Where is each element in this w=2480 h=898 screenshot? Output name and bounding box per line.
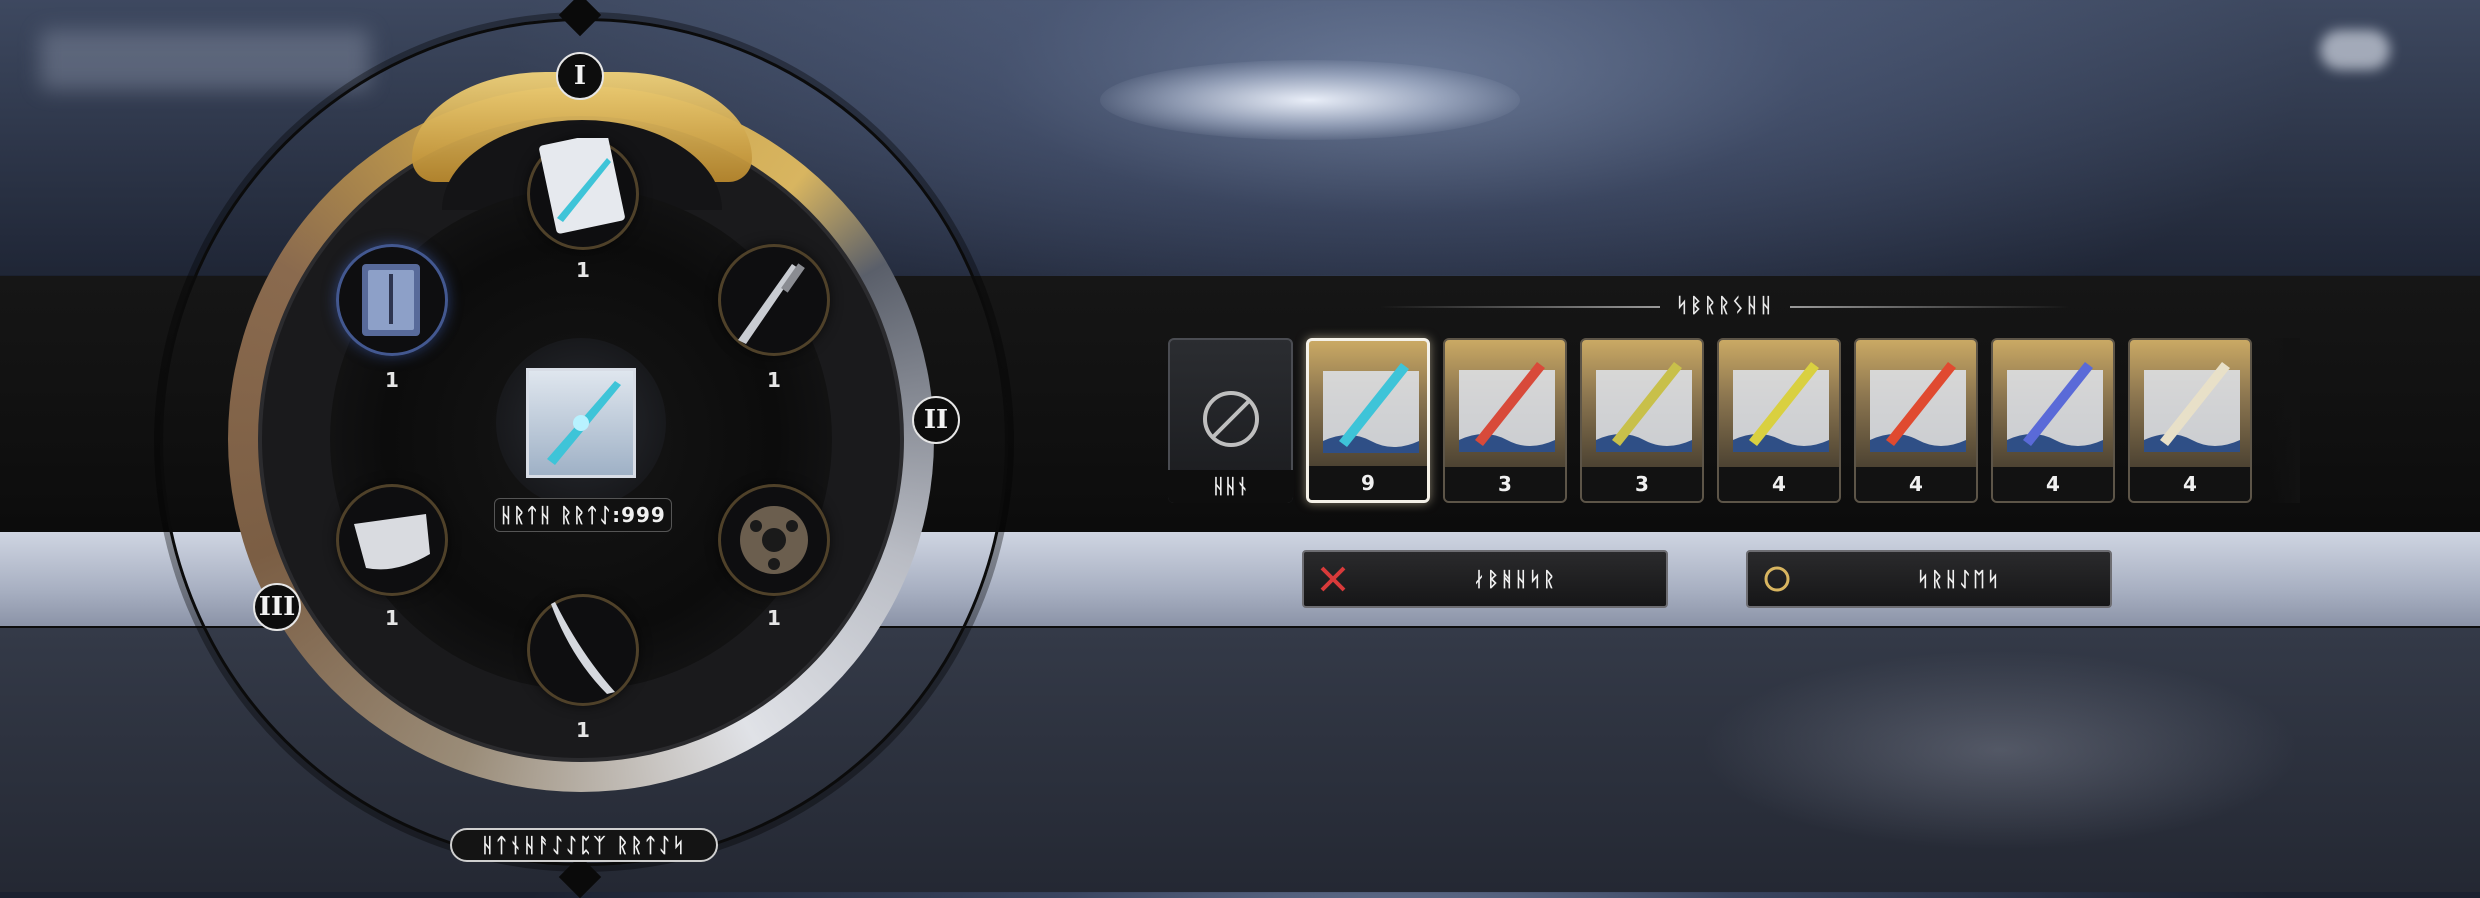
- panel-title: ᛋᛒᚱᚱᛊᚺᚺ: [1676, 293, 1774, 317]
- background-blur-panel: [40, 30, 370, 90]
- weapon-card-count: 4: [1719, 467, 1839, 501]
- slot-card-count: 1: [576, 258, 590, 282]
- wheel-bottom-label: ᚺᛏᚾᚺᚨᛇᛇᛈᛉ ᚱᚱᛏᛇᛋ: [450, 828, 718, 862]
- weapon-card[interactable]: 4: [2128, 338, 2252, 503]
- card-icon: [539, 138, 625, 234]
- weapon-icon: [1870, 362, 1966, 452]
- cancel-button-label: ᛅᛒᚻᚺᛋᚱ: [1473, 567, 1557, 591]
- center-item-label: ᚺᚱᛏᚺ ᚱᚱᛏᛇ:999: [494, 498, 672, 532]
- page-marker-1[interactable]: I: [556, 52, 604, 100]
- center-selected-item[interactable]: [526, 368, 636, 478]
- wheel-slot-tome[interactable]: [336, 244, 448, 356]
- wheel-slot-orb[interactable]: [718, 484, 830, 596]
- weapon-card[interactable]: 3: [1580, 338, 1704, 503]
- spear-icon: [547, 381, 621, 465]
- tome-icon: [362, 264, 420, 336]
- list-fade: [2270, 338, 2300, 503]
- wheel-slot-sword[interactable]: [718, 244, 830, 356]
- cape-icon: [354, 514, 430, 570]
- slot-sword-count: 1: [767, 368, 781, 392]
- weapon-icon: [2007, 362, 2103, 452]
- slot-blade-count: 1: [576, 718, 590, 742]
- weapon-icon: [2144, 362, 2240, 452]
- wheel-slot-blade[interactable]: [527, 594, 639, 706]
- wheel-slot-card[interactable]: [527, 138, 639, 250]
- cross-icon: [1320, 566, 1346, 592]
- weapon-card-count: 9: [1309, 466, 1427, 500]
- background-light: [1100, 60, 1520, 140]
- title-rule-right: [1790, 306, 2070, 308]
- weapon-card[interactable]: 9: [1306, 338, 1430, 503]
- weapon-card[interactable]: 4: [1991, 338, 2115, 503]
- orb-icon: [740, 506, 808, 574]
- slot-tome-count: 1: [385, 368, 399, 392]
- slot-cape-count: 1: [385, 606, 399, 630]
- weapon-card[interactable]: 4: [1854, 338, 1978, 503]
- weapon-card-count: 3: [1445, 467, 1565, 501]
- weapon-card-count: 4: [1993, 467, 2113, 501]
- weapon-icon: [1323, 363, 1419, 453]
- weapon-card-count: 4: [1856, 467, 1976, 501]
- none-icon: [1203, 391, 1259, 447]
- weapon-card-count: 4: [2130, 467, 2250, 501]
- cancel-button[interactable]: ᛅᛒᚻᚺᛋᚱ: [1302, 550, 1668, 608]
- page-marker-2[interactable]: II: [912, 396, 960, 444]
- confirm-button-label: ᛋᚱᚺᛇᛖᛋ: [1917, 567, 2001, 591]
- blade-icon: [551, 602, 615, 694]
- weapon-icon: [1733, 362, 1829, 452]
- weapon-card-count: 3: [1582, 467, 1702, 501]
- weapon-icon: [1596, 362, 1692, 452]
- wheel-slot-cape[interactable]: [336, 484, 448, 596]
- confirm-button[interactable]: ᛋᚱᚺᛇᛖᛋ: [1746, 550, 2112, 608]
- weapon-card[interactable]: 3: [1443, 338, 1567, 503]
- page-marker-3[interactable]: III: [253, 583, 301, 631]
- weapon-card[interactable]: 4: [1717, 338, 1841, 503]
- weapon-icon: [1459, 362, 1555, 452]
- background-blur-button: [2320, 30, 2390, 70]
- none-option-label: ᚺᚺᚾ: [1168, 470, 1293, 503]
- title-rule-left: [1380, 306, 1660, 308]
- background-bottom-blur: [1700, 650, 2300, 850]
- slot-orb-count: 1: [767, 606, 781, 630]
- circle-icon: [1764, 566, 1790, 592]
- sword-icon: [738, 263, 805, 344]
